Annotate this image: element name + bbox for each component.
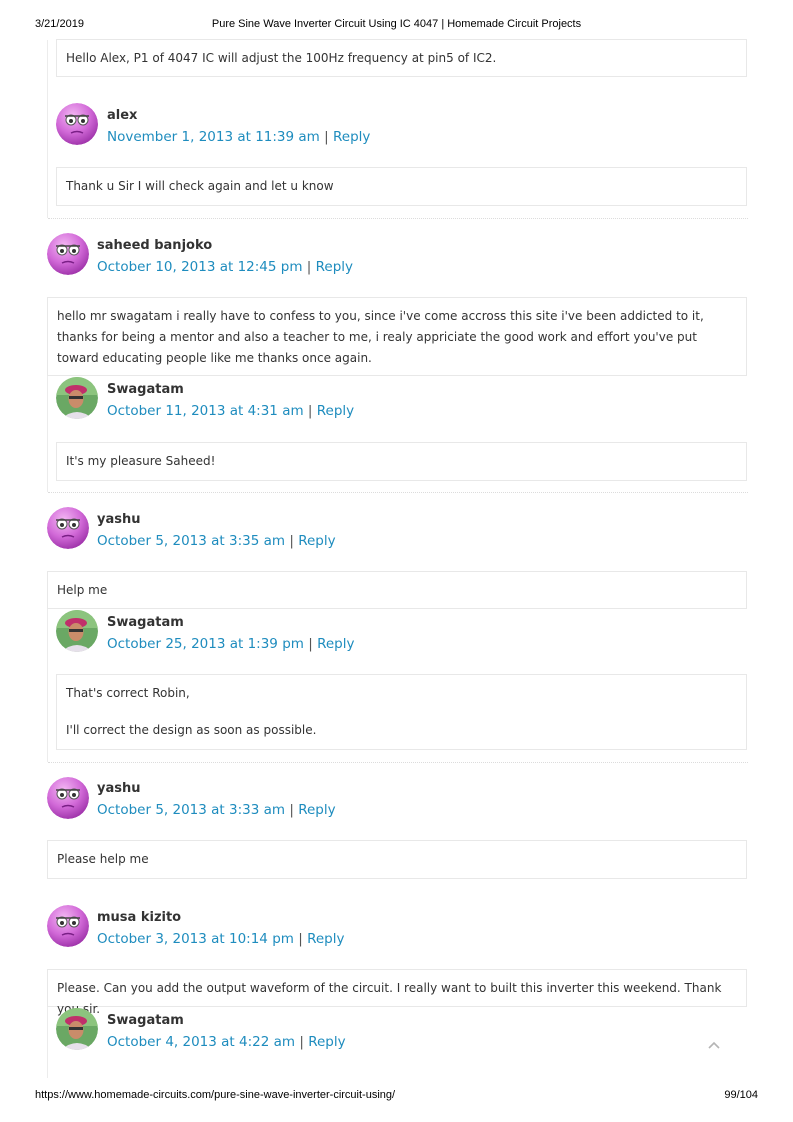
comment-body: Help me — [47, 571, 747, 609]
comment-separator — [48, 218, 748, 219]
comment-author[interactable]: yashu — [97, 781, 141, 796]
default-avatar-icon — [56, 103, 98, 145]
default-avatar-icon — [47, 507, 89, 549]
avatar — [56, 103, 98, 145]
comment-meta: October 11, 2013 at 4:31 am | Reply — [107, 403, 354, 419]
user-photo-icon — [56, 1008, 98, 1050]
meta-separator: | — [307, 403, 313, 419]
meta-separator: | — [298, 931, 303, 947]
comment-date-link[interactable]: October 4, 2013 at 4:22 am — [107, 1034, 295, 1050]
thread-line — [47, 40, 48, 218]
reply-link[interactable]: Reply — [308, 1034, 345, 1050]
comment-text: Thank u Sir I will check again and let u… — [66, 179, 334, 193]
thread-line — [47, 376, 48, 492]
avatar — [56, 610, 98, 652]
comment-body: Please. Can you add the output waveform … — [47, 969, 747, 1016]
page-number: 99/104 — [724, 1089, 758, 1101]
scroll-to-top-button[interactable] — [706, 1036, 722, 1049]
comment-author[interactable]: alex — [107, 108, 137, 123]
reply-link[interactable]: Reply — [298, 802, 335, 818]
meta-separator: | — [289, 533, 294, 549]
comment-author[interactable]: Swagatam — [107, 1013, 184, 1028]
print-url: https://www.homemade-circuits.com/pure-s… — [35, 1089, 396, 1101]
comment-text: Hello Alex, P1 of 4047 IC will adjust th… — [66, 51, 497, 65]
comment-meta: October 5, 2013 at 3:35 am | Reply — [97, 533, 336, 549]
reply-link[interactable]: Reply — [317, 636, 354, 652]
comment-date-link[interactable]: October 5, 2013 at 3:35 am — [97, 533, 285, 549]
print-header: 3/21/2019 Pure Sine Wave Inverter Circui… — [0, 18, 793, 34]
chevron-up-icon — [708, 1041, 720, 1049]
comment-meta: November 1, 2013 at 11:39 am | Reply — [107, 129, 370, 145]
avatar — [47, 905, 89, 947]
comment-body: Thank u Sir I will check again and let u… — [56, 167, 747, 206]
comment-meta: October 25, 2013 at 1:39 pm | Reply — [107, 636, 354, 652]
comment-meta: October 10, 2013 at 12:45 pm | Reply — [97, 259, 353, 275]
comment-body: Please help me — [47, 840, 747, 879]
comment-author[interactable]: saheed banjoko — [97, 238, 212, 253]
comment-text: It's my pleasure Saheed! — [66, 454, 216, 468]
comment-text: hello mr swagatam i really have to confe… — [57, 309, 704, 365]
avatar — [47, 233, 89, 275]
comment-author[interactable]: Swagatam — [107, 382, 184, 397]
comment-author[interactable]: musa kizito — [97, 910, 181, 925]
avatar — [56, 377, 98, 419]
comment-date-link[interactable]: November 1, 2013 at 11:39 am — [107, 129, 320, 145]
comment-author[interactable]: yashu — [97, 512, 141, 527]
print-footer: https://www.homemade-circuits.com/pure-s… — [0, 1089, 793, 1105]
comment-text: Please help me — [57, 852, 149, 866]
meta-separator: | — [308, 636, 313, 652]
comment-meta: October 4, 2013 at 4:22 am | Reply — [107, 1034, 346, 1050]
comment-date-link[interactable]: October 25, 2013 at 1:39 pm — [107, 636, 304, 652]
reply-link[interactable]: Reply — [317, 403, 354, 419]
comment-author[interactable]: Swagatam — [107, 615, 184, 630]
thread-line — [47, 608, 48, 762]
comment-text: I'll correct the design as soon as possi… — [66, 723, 317, 737]
comment-separator — [48, 492, 748, 493]
comment-meta: October 3, 2013 at 10:14 pm | Reply — [97, 931, 344, 947]
comment-body: Hello Alex, P1 of 4047 IC will adjust th… — [56, 39, 747, 77]
thread-line — [47, 1006, 48, 1078]
default-avatar-icon — [47, 905, 89, 947]
reply-link[interactable]: Reply — [307, 931, 344, 947]
meta-separator: | — [324, 129, 329, 145]
comment-date-link[interactable]: October 5, 2013 at 3:33 am — [97, 802, 285, 818]
comment-date-link[interactable]: October 11, 2013 at 4:31 am — [107, 403, 304, 419]
comment-meta: October 5, 2013 at 3:33 am | Reply — [97, 802, 336, 818]
meta-separator: | — [306, 259, 312, 275]
avatar — [47, 777, 89, 819]
user-photo-icon — [56, 377, 98, 419]
meta-separator: | — [299, 1034, 304, 1050]
comment-date-link[interactable]: October 3, 2013 at 10:14 pm — [97, 931, 294, 947]
comment-body: hello mr swagatam i really have to confe… — [47, 297, 747, 376]
comment-text: That's correct Robin, — [66, 686, 190, 700]
reply-link[interactable]: Reply — [298, 533, 335, 549]
reply-link[interactable]: Reply — [333, 129, 370, 145]
user-photo-icon — [56, 610, 98, 652]
avatar — [47, 507, 89, 549]
default-avatar-icon — [47, 233, 89, 275]
default-avatar-icon — [47, 777, 89, 819]
meta-separator: | — [289, 802, 294, 818]
comment-separator — [48, 762, 748, 763]
reply-link[interactable]: Reply — [316, 259, 353, 275]
comment-body: It's my pleasure Saheed! — [56, 442, 747, 481]
print-title: Pure Sine Wave Inverter Circuit Using IC… — [211, 18, 582, 30]
comment-date-link[interactable]: October 10, 2013 at 12:45 pm — [97, 259, 303, 275]
comment-body: That's correct Robin, I'll correct the d… — [56, 674, 747, 750]
avatar — [56, 1008, 98, 1050]
comment-text: Help me — [57, 583, 108, 597]
